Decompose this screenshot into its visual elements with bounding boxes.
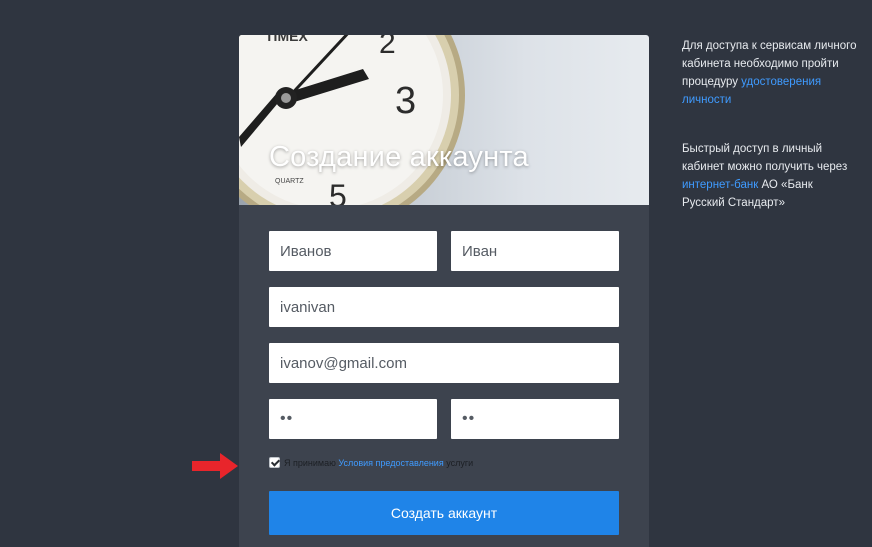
svg-text:TIMEX: TIMEX xyxy=(265,35,308,44)
page: TIMEX 2 3 5 QUARTZ Создание аккаунта •• … xyxy=(0,0,872,547)
svg-text:5: 5 xyxy=(329,178,347,205)
info-access: Для доступа к сервисам личного кабинета … xyxy=(682,37,857,109)
password-field[interactable]: •• xyxy=(269,399,437,439)
first-name-field[interactable] xyxy=(451,231,619,271)
red-arrow-icon xyxy=(192,453,238,479)
password-confirm-field[interactable]: •• xyxy=(451,399,619,439)
clock-image: TIMEX 2 3 5 QUARTZ xyxy=(239,35,465,205)
svg-text:3: 3 xyxy=(395,80,416,122)
online-bank-link[interactable]: интернет-банк xyxy=(682,179,758,191)
login-field[interactable] xyxy=(269,287,619,327)
email-field[interactable] xyxy=(269,343,619,383)
terms-prefix: Я принимаю xyxy=(284,457,336,468)
terms-link[interactable]: Условия предоставления xyxy=(338,458,443,468)
page-title: Создание аккаунта xyxy=(269,141,529,173)
hero-banner: TIMEX 2 3 5 QUARTZ Создание аккаунта xyxy=(239,35,649,205)
terms-agreement: Я принимаю Условия предоставления услуги xyxy=(269,457,473,468)
terms-suffix: услуги xyxy=(446,457,474,468)
create-account-button[interactable]: Создать аккаунт xyxy=(269,491,619,535)
terms-checkbox[interactable] xyxy=(269,457,280,468)
svg-text:QUARTZ: QUARTZ xyxy=(275,178,304,185)
last-name-field[interactable] xyxy=(269,231,437,271)
signup-card: TIMEX 2 3 5 QUARTZ Создание аккаунта •• … xyxy=(239,35,649,547)
info-online-bank: Быстрый доступ в личный кабинет можно по… xyxy=(682,140,857,212)
info-online-bank-prefix: Быстрый доступ в личный кабинет можно по… xyxy=(682,143,848,173)
svg-text:2: 2 xyxy=(379,35,396,60)
